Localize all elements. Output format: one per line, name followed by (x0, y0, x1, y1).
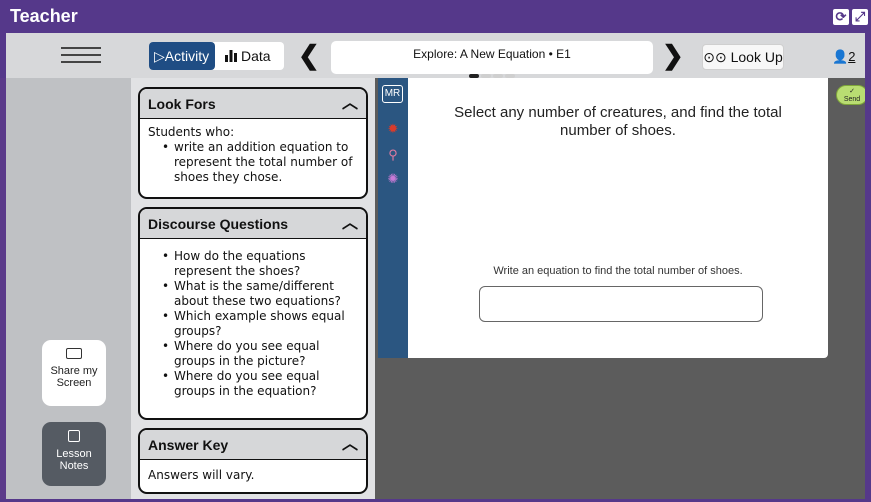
look-fors-header[interactable]: Look Fors ︿ (140, 89, 366, 119)
lesson-notes-label: Lesson Notes (56, 448, 92, 472)
menu-icon[interactable] (61, 47, 101, 68)
list-item: Where do you see equal groups in the equ… (148, 369, 358, 399)
expand-icon[interactable]: ⤢ (852, 9, 868, 25)
activity-tab[interactable]: ▷Activity (149, 42, 215, 70)
activity-sheet: Select any number of creatures, and find… (408, 78, 828, 358)
discourse-title: Discourse Questions (148, 216, 289, 232)
lesson-title: Explore: A New Equation • E1 (413, 47, 571, 61)
data-tab-label: Data (241, 48, 271, 64)
tools-strip: MR ✹ ⚲ ✺ (378, 78, 408, 358)
toolbar: ▷Activity Data ❮ Explore: A New Equation… (0, 33, 871, 78)
octopus-creature-icon[interactable]: ✺ (386, 172, 400, 186)
bar-chart-icon (225, 43, 237, 71)
equation-instruction: Write an equation to find the total numb… (493, 265, 743, 277)
chevron-up-icon[interactable]: ︿ (342, 430, 358, 460)
students-button[interactable]: 👤2 (832, 49, 855, 65)
look-fors-intro: Students who: (148, 125, 235, 139)
look-fors-card: Look Fors ︿ Students who: write an addit… (138, 87, 368, 199)
next-screen-button[interactable]: ❯ (662, 40, 684, 70)
cast-icon (66, 348, 82, 359)
share-screen-label: Share my Screen (50, 365, 98, 389)
list-item: How do the equations represent the shoes… (148, 249, 358, 279)
discourse-questions-card: Discourse Questions ︿ How do the equatio… (138, 207, 368, 420)
teacher-notes-panel[interactable]: Look Fors ︿ Students who: write an addit… (131, 78, 375, 499)
look-up-button[interactable]: ⊙⊙ Look Up (702, 44, 784, 70)
user-icon: 👤 (832, 49, 849, 64)
app-title: Teacher (10, 6, 78, 26)
answer-key-card: Answer Key ︿ Answers will vary. (138, 428, 368, 494)
check-icon: ✓ (849, 88, 855, 95)
answer-key-title: Answer Key (148, 437, 229, 453)
list-item: What is the same/different about these t… (148, 279, 358, 309)
bird-creature-icon[interactable]: ⚲ (386, 148, 400, 162)
send-button[interactable]: ✓ Send (836, 85, 868, 105)
binder-icon (68, 430, 80, 442)
prev-screen-button[interactable]: ❮ (298, 40, 320, 70)
lesson-navigator[interactable]: Explore: A New Equation • E1 (331, 41, 653, 78)
send-label: Send (843, 96, 861, 103)
star-creature-icon[interactable]: ✹ (386, 122, 400, 136)
title-bar: Teacher ⟳ ⤢ (0, 0, 871, 33)
chevron-up-icon[interactable]: ︿ (342, 89, 358, 119)
list-item: Where do you see equal groups in the pic… (148, 339, 358, 369)
answer-key-text: Answers will vary. (148, 468, 255, 482)
discourse-header[interactable]: Discourse Questions ︿ (140, 209, 366, 239)
activity-prompt: Select any number of creatures, and find… (454, 104, 782, 139)
look-fors-title: Look Fors (148, 96, 216, 112)
refresh-icon[interactable]: ⟳ (833, 9, 849, 25)
list-item: Which example shows equal groups? (148, 309, 358, 339)
share-screen-button[interactable]: Share my Screen (42, 340, 106, 406)
view-toggle: ▷Activity Data (149, 42, 284, 70)
lesson-notes-button[interactable]: Lesson Notes (42, 422, 106, 486)
equation-input[interactable] (479, 286, 763, 322)
window-border (865, 78, 871, 502)
user-count: 2 (848, 49, 856, 64)
chevron-up-icon[interactable]: ︿ (342, 209, 358, 239)
list-item: write an addition equation to represent … (148, 140, 358, 185)
data-tab[interactable]: Data (219, 42, 284, 70)
answer-key-header[interactable]: Answer Key ︿ (140, 430, 366, 460)
math-representation-button[interactable]: MR (382, 85, 403, 103)
left-rail: Share my Screen Lesson Notes (6, 78, 131, 499)
